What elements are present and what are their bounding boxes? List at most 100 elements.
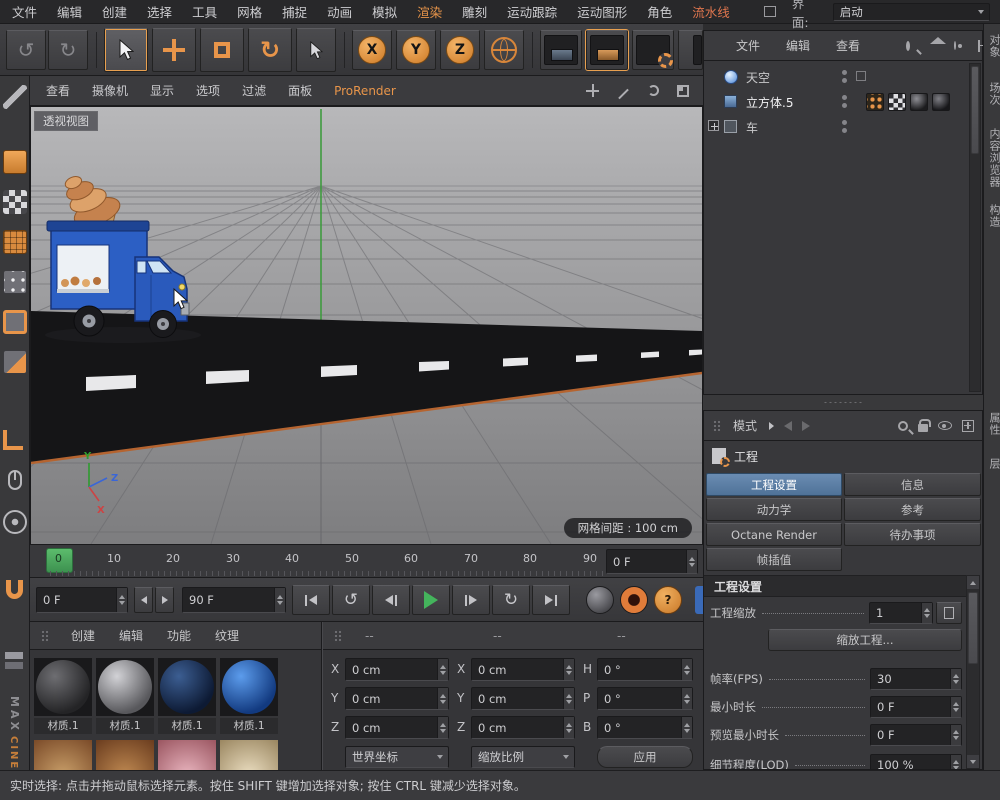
make-editable-icon[interactable] bbox=[3, 85, 27, 109]
rotate-tool-button[interactable]: ↻ bbox=[248, 28, 292, 72]
menu-animate[interactable]: 动画 bbox=[325, 2, 354, 21]
pos-z-field[interactable]: 0 cm bbox=[345, 716, 449, 739]
tab-dynamics[interactable]: 动力学 bbox=[706, 498, 842, 521]
object-toggles[interactable] bbox=[842, 70, 847, 83]
dock-tab-layers[interactable]: 层 bbox=[986, 458, 1000, 470]
ommenu-view[interactable]: 查看 bbox=[834, 37, 862, 54]
tab-info[interactable]: 信息 bbox=[844, 473, 981, 496]
render-settings-button[interactable] bbox=[632, 30, 674, 70]
viewport-maximize-icon[interactable] bbox=[677, 85, 689, 97]
menu-tools[interactable]: 工具 bbox=[190, 2, 219, 21]
size-z-field[interactable]: 0 cm bbox=[471, 716, 575, 739]
layers-icon[interactable] bbox=[3, 650, 27, 670]
fps-field[interactable]: 30 bbox=[870, 668, 962, 690]
polygons-mode-icon[interactable] bbox=[3, 350, 27, 374]
vpmenu-options[interactable]: 选项 bbox=[194, 82, 222, 99]
rot-b-field[interactable]: 0 ° bbox=[597, 716, 693, 739]
viewport-zoom-icon[interactable] bbox=[618, 88, 629, 99]
viewport-tweak-icon[interactable] bbox=[8, 470, 22, 490]
matmenu-create[interactable]: 创建 bbox=[69, 627, 97, 644]
menu-simulate[interactable]: 模拟 bbox=[370, 2, 399, 21]
object-state-icon[interactable] bbox=[856, 71, 866, 81]
scale-mode-select[interactable]: 缩放比例 bbox=[471, 746, 575, 768]
lock-icon[interactable] bbox=[918, 424, 928, 432]
history-back-icon[interactable] bbox=[784, 421, 792, 431]
menu-select[interactable]: 选择 bbox=[145, 2, 174, 21]
object-row-sky[interactable]: 天空 bbox=[704, 65, 968, 89]
last-tool-button[interactable] bbox=[296, 28, 336, 72]
stepper[interactable] bbox=[116, 588, 127, 612]
vpmenu-display[interactable]: 显示 bbox=[148, 82, 176, 99]
search-icon[interactable] bbox=[898, 421, 908, 431]
matmenu-edit[interactable]: 编辑 bbox=[117, 627, 145, 644]
add-icon[interactable] bbox=[978, 40, 980, 52]
panel-splitter[interactable] bbox=[703, 395, 983, 410]
viewport-pan-icon[interactable] bbox=[586, 84, 599, 97]
tab-project-settings[interactable]: 工程设置 bbox=[706, 473, 842, 496]
render-picture-viewer-button[interactable] bbox=[586, 30, 628, 70]
dock-tab-takes[interactable]: 场次 bbox=[986, 82, 1000, 106]
enable-axis-icon[interactable] bbox=[3, 430, 23, 450]
solo-mode-icon[interactable] bbox=[3, 510, 27, 534]
dock-tab-attributes[interactable]: 属性 bbox=[986, 412, 1000, 436]
object-toggles[interactable] bbox=[842, 95, 847, 108]
layout-select[interactable]: 启动 bbox=[833, 3, 990, 21]
panel-grip-icon[interactable] bbox=[40, 629, 49, 643]
add-icon[interactable] bbox=[962, 420, 974, 432]
menu-mesh[interactable]: 网格 bbox=[235, 2, 264, 21]
size-y-field[interactable]: 0 cm bbox=[471, 687, 575, 710]
timeline-frame-field[interactable]: 0 F bbox=[606, 549, 698, 574]
coord-system-select[interactable]: 世界坐标 bbox=[345, 746, 449, 768]
vpmenu-view[interactable]: 查看 bbox=[44, 82, 72, 99]
undo-button[interactable]: ↺ bbox=[6, 30, 46, 70]
timeline-ruler[interactable]: 0 10 20 30 40 50 60 70 80 90 0 F bbox=[30, 545, 703, 578]
points-mode-icon[interactable] bbox=[3, 270, 27, 294]
next-key-button[interactable] bbox=[452, 585, 490, 615]
preview-min-time-field[interactable]: 0 F bbox=[870, 724, 962, 746]
attr-object-row[interactable]: 工程 bbox=[704, 443, 968, 469]
frame-prev-button[interactable] bbox=[134, 587, 153, 613]
material-thumb[interactable] bbox=[34, 740, 92, 770]
lod-field[interactable]: 100 % bbox=[870, 754, 962, 770]
target-icon[interactable] bbox=[938, 421, 952, 430]
dock-tab-objects[interactable]: 对象 bbox=[986, 34, 1000, 58]
material-tag-sphere[interactable] bbox=[910, 93, 928, 111]
frame-next-button[interactable] bbox=[155, 587, 174, 613]
menu-mograph[interactable]: 运动图形 bbox=[575, 2, 629, 21]
live-selection-button[interactable] bbox=[104, 28, 148, 72]
vpmenu-filter[interactable]: 过滤 bbox=[240, 82, 268, 99]
texture-mode-icon[interactable] bbox=[3, 190, 27, 214]
material-label[interactable]: 材质.1 bbox=[220, 718, 278, 734]
material-thumb[interactable] bbox=[220, 658, 278, 716]
size-x-field[interactable]: 0 cm bbox=[471, 658, 575, 681]
panel-edge-button[interactable] bbox=[695, 586, 703, 614]
tab-keyframe-interp[interactable]: 帧插值 bbox=[706, 548, 842, 571]
move-tool-button[interactable] bbox=[152, 28, 196, 72]
dock-tab-structure[interactable]: 构造 bbox=[986, 204, 1000, 228]
current-frame-field[interactable]: 0 F bbox=[36, 587, 128, 613]
object-row-car[interactable]: 车 bbox=[704, 115, 968, 139]
object-row-cube[interactable]: 立方体.5 bbox=[704, 90, 968, 114]
object-name[interactable]: 车 bbox=[746, 119, 758, 136]
dock-tab-content-browser[interactable]: 内容浏览器 bbox=[986, 128, 1000, 188]
material-label[interactable]: 材质.1 bbox=[96, 718, 154, 734]
goto-end-button[interactable] bbox=[532, 585, 570, 615]
goto-start-button[interactable] bbox=[292, 585, 330, 615]
stepper[interactable] bbox=[686, 550, 697, 573]
vpmenu-camera[interactable]: 摄像机 bbox=[90, 82, 130, 99]
tab-reference[interactable]: 参考 bbox=[844, 498, 981, 521]
menu-motion-tracker[interactable]: 运动跟踪 bbox=[505, 2, 559, 21]
apply-button[interactable]: 应用 bbox=[597, 746, 693, 768]
project-scale-field[interactable]: 1 bbox=[869, 602, 933, 624]
object-name[interactable]: 立方体.5 bbox=[746, 94, 793, 111]
redo-button[interactable]: ↻ bbox=[48, 30, 88, 70]
ommenu-edit[interactable]: 编辑 bbox=[784, 37, 812, 54]
pos-x-field[interactable]: 0 cm bbox=[345, 658, 449, 681]
rot-p-field[interactable]: 0 ° bbox=[597, 687, 693, 710]
tab-octane-render[interactable]: Octane Render bbox=[706, 523, 842, 546]
menu-sculpt[interactable]: 雕刻 bbox=[460, 2, 489, 21]
render-view-button[interactable] bbox=[540, 30, 582, 70]
layout-switch-icon[interactable] bbox=[764, 6, 776, 17]
render-team-button[interactable] bbox=[678, 30, 703, 70]
scrollbar-thumb[interactable] bbox=[971, 66, 979, 154]
